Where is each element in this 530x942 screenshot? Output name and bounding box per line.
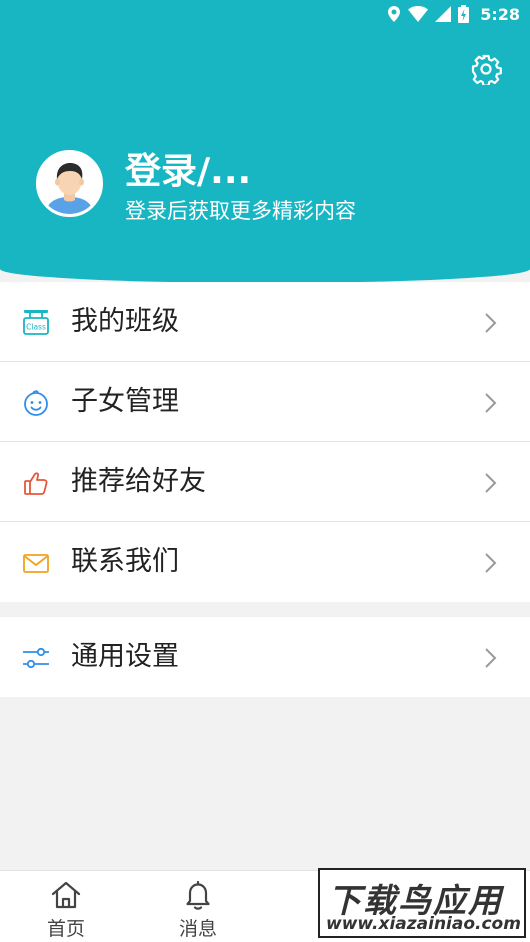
menu-item-children[interactable]: 子女管理 bbox=[0, 362, 530, 442]
bell-icon bbox=[186, 880, 210, 910]
menu-item-my-class[interactable]: Class 我的班级 bbox=[0, 282, 530, 362]
class-icon: Class bbox=[23, 310, 49, 335]
settings-button[interactable] bbox=[470, 53, 502, 87]
status-time: 5:28 bbox=[480, 4, 520, 24]
signal-icon bbox=[435, 6, 452, 22]
tab-label: 消息 bbox=[178, 918, 217, 940]
menu-item-label: 我的班级 bbox=[71, 306, 179, 337]
mail-icon bbox=[23, 554, 49, 573]
status-bar: 5:28 bbox=[387, 0, 530, 28]
menu-secondary: 通用设置 bbox=[0, 617, 530, 697]
watermark-badge: 下载鸟应用 www.xiazainiao.com bbox=[318, 868, 526, 938]
avatar[interactable] bbox=[36, 150, 103, 217]
baby-face-icon bbox=[24, 390, 48, 416]
login-title[interactable]: 登录/... bbox=[125, 150, 251, 194]
menu-item-contact[interactable]: 联系我们 bbox=[0, 522, 530, 602]
menu-item-general-settings[interactable]: 通用设置 bbox=[0, 617, 530, 697]
menu-primary: Class 我的班级 子女管理 推荐给好友 联系我们 bbox=[0, 282, 530, 602]
watermark-url: www.xiazainiao.com bbox=[326, 914, 521, 934]
menu-item-label: 联系我们 bbox=[71, 546, 179, 577]
chevron-right-icon bbox=[485, 553, 497, 573]
sliders-icon bbox=[23, 647, 49, 669]
menu-item-recommend[interactable]: 推荐给好友 bbox=[0, 442, 530, 522]
thumbs-up-icon bbox=[24, 472, 48, 495]
menu-item-label: 子女管理 bbox=[71, 386, 179, 417]
gear-icon bbox=[471, 54, 502, 87]
tab-home[interactable]: 首页 bbox=[0, 871, 132, 942]
menu-item-label: 推荐给好友 bbox=[71, 466, 206, 497]
chevron-right-icon bbox=[485, 648, 497, 668]
wifi-icon bbox=[408, 6, 429, 22]
tab-messages[interactable]: 消息 bbox=[132, 871, 264, 942]
login-subtitle: 登录后获取更多精彩内容 bbox=[125, 199, 356, 223]
location-icon bbox=[388, 6, 401, 22]
home-icon bbox=[51, 881, 81, 909]
svg-text:Class: Class bbox=[26, 323, 46, 332]
menu-item-label: 通用设置 bbox=[71, 641, 179, 672]
user-avatar-icon bbox=[39, 153, 100, 214]
profile-header: 5:28 登录/... 登录后获取更多精彩内容 bbox=[0, 0, 530, 283]
chevron-right-icon bbox=[485, 313, 497, 333]
battery-icon bbox=[458, 5, 470, 23]
tab-label: 首页 bbox=[46, 918, 85, 940]
chevron-right-icon bbox=[485, 473, 497, 493]
chevron-right-icon bbox=[485, 393, 497, 413]
